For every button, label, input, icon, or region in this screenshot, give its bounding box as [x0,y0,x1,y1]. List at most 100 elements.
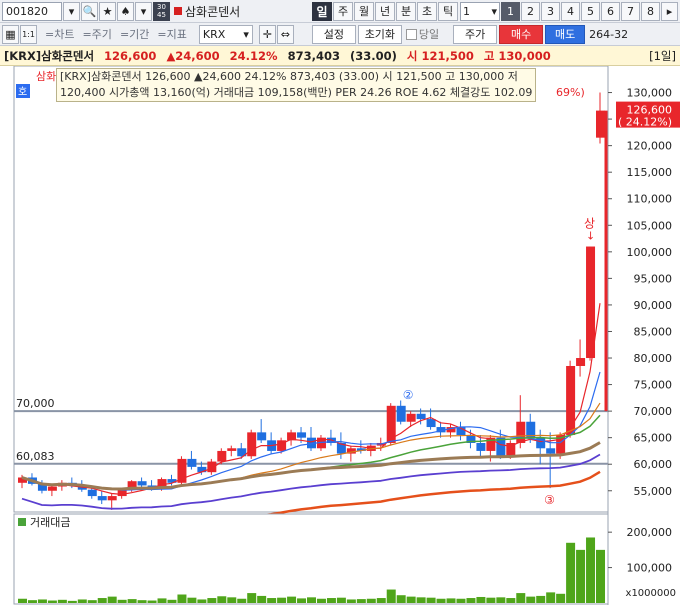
grid-icon[interactable]: ▦ [2,24,19,44]
volume-bar [586,537,596,603]
chevron-down-icon: ▾ [491,4,497,18]
open-value: 시 121,500 [406,48,474,63]
favorite-icon[interactable]: ★ [99,1,116,21]
volume-bar [297,598,307,603]
y-tick-label: 60,000 [634,458,673,471]
volume-bar [506,598,516,603]
candle-body [187,458,197,467]
volume-bar [366,598,376,603]
volume-bar [187,597,197,603]
badge-30-45-icon: 30 45 [153,1,170,21]
change-value: ▲24,600 [166,48,220,63]
volume-bar [526,596,536,603]
volume-bar [346,599,356,603]
search-icon[interactable]: 🔍 [81,1,98,21]
change-percent: 24.12% [229,48,278,63]
panel-label: 삼화 [36,70,56,83]
candle-body [426,419,436,428]
reset-button[interactable]: 초기화 [357,24,402,44]
y-tick-label: 70,000 [634,405,673,418]
interval-tab[interactable]: 년 [375,1,395,21]
volume-bar [287,596,297,603]
candle-body [227,448,237,451]
candle-body [566,365,576,436]
volume-bar [67,600,77,603]
volume-bar [396,595,406,603]
price-tab[interactable]: 주가 [453,24,498,44]
market-mark-icon [174,7,182,15]
one-to-one-icon[interactable]: 1:1 [20,24,37,44]
y-tick-label: 55,000 [634,485,673,498]
interval-tab[interactable]: 주 [333,1,353,21]
market-select[interactable]: KRX ▾ [198,24,253,44]
y-tick-label: 95,000 [634,272,673,285]
interval-tab[interactable]: 초 [417,1,437,21]
same-day-checkbox[interactable]: 당일 [405,26,439,42]
volume-bar [157,598,167,603]
volume-bar [356,599,366,603]
page-tab[interactable]: 8 [641,1,660,21]
volume-value: 873,403 [287,48,340,63]
page-tab[interactable]: 1 [501,1,520,21]
page-tab[interactable]: 2 [521,1,540,21]
arrows-icon[interactable]: ⇔ [276,24,294,44]
volume-bar [27,600,37,603]
volume-bar [496,597,506,603]
candle-body [217,450,227,462]
next-arrow-icon[interactable]: ▸ [661,1,678,21]
buy-button[interactable]: 매수 [499,24,544,44]
y-tick-label: 110,000 [627,193,673,206]
page-tab[interactable]: 3 [541,1,560,21]
volume-change: (33.00) [349,48,397,63]
period-tag: [1일] [649,48,676,63]
marker-3-label: ③ [544,493,555,507]
cycle-menu[interactable]: =주기 [82,26,111,42]
y-tick-label: 105,000 [627,219,673,232]
volume-bar [277,597,287,603]
indicator-menu[interactable]: =지표 [157,26,186,42]
candle-body [297,432,307,438]
volume-bar [167,599,177,603]
code-dropdown-icon[interactable]: ▾ [63,1,80,21]
interval-tab[interactable]: 월 [354,1,374,21]
chart-menu[interactable]: =차트 [45,26,74,42]
volume-bar [237,598,247,603]
count-select[interactable]: 1 ▾ [460,1,500,21]
candle-body [396,405,406,422]
volume-bar [18,598,27,603]
candle-body [257,432,267,441]
y-tick-label: 115,000 [627,166,673,179]
volume-bar [267,598,277,603]
volume-bar [137,600,147,603]
volume-bar [446,598,456,603]
period-menu[interactable]: =기간 [120,26,149,42]
page-tab[interactable]: 6 [601,1,620,21]
page-tab[interactable]: 7 [621,1,640,21]
stock-code-input[interactable]: 001820 [2,1,62,21]
interval-tab[interactable]: 분 [396,1,416,21]
volume-bar [87,600,97,603]
spade-icon[interactable]: ♠ [117,1,134,21]
volume-bar [486,597,496,603]
page-tab[interactable]: 4 [561,1,580,21]
y-tick-label: 65,000 [634,432,673,445]
candle-body [87,489,97,497]
interval-tab[interactable]: 틱 [438,1,458,21]
chart-area[interactable]: 130,000125,000120,000115,000110,000105,0… [0,66,680,605]
volume-title: 거래대금 [30,516,70,529]
y-tick-label: 120,000 [627,140,673,153]
percent-label: 69%) [556,86,585,99]
volume-bar [197,599,207,603]
settings-button[interactable]: 설정 [311,24,356,44]
volume-bar [416,597,426,603]
sell-button[interactable]: 매도 [545,24,586,44]
page-tab[interactable]: 5 [581,1,600,21]
y-tick-label: 85,000 [634,325,673,338]
volume-tick-label: 100,000 [627,562,673,575]
down-arrow-icon: ↓ [586,229,595,242]
volume-bar [77,599,87,603]
crosshair-icon[interactable]: ✛ [258,24,276,44]
interval-day-button[interactable]: 일 [312,1,332,21]
price-chart-svg[interactable]: 130,000125,000120,000115,000110,000105,0… [0,66,680,605]
menu-arrow-icon[interactable]: ▾ [135,1,152,21]
